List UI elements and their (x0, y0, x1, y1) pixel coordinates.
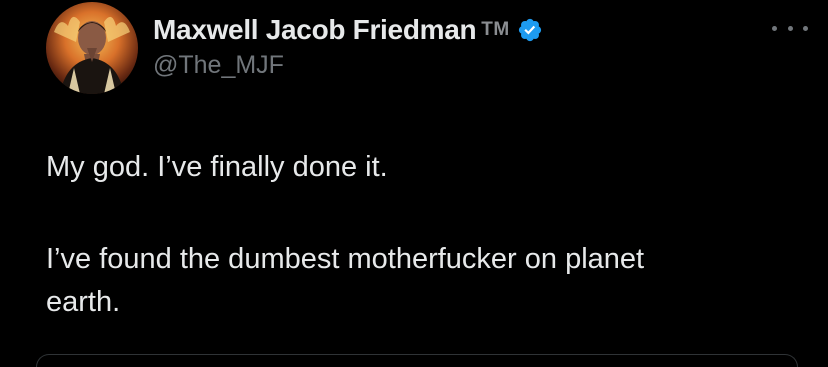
tweet-text-line: earth. (46, 286, 121, 318)
author-handle[interactable]: @The_MJF (153, 51, 284, 80)
avatar[interactable] (46, 2, 138, 94)
more-dot (787, 25, 793, 31)
more-dot (772, 25, 777, 31)
more-options-icon[interactable] (772, 18, 808, 38)
author-name-row: Maxwell Jacob Friedman TM (153, 12, 543, 48)
next-card-edge (36, 354, 798, 367)
tweet-text-line: My god. I’ve finally done it. (46, 151, 388, 183)
verified-badge-icon (517, 17, 543, 43)
author-display-name[interactable]: Maxwell Jacob Friedman (153, 14, 477, 46)
trademark-label: TM (481, 19, 510, 40)
tweet-text-line: I’ve found the dumbest motherfucker on p… (46, 243, 645, 275)
more-dot (803, 25, 808, 31)
tweet[interactable]: Maxwell Jacob Friedman TM @The_MJF My go… (0, 0, 828, 367)
